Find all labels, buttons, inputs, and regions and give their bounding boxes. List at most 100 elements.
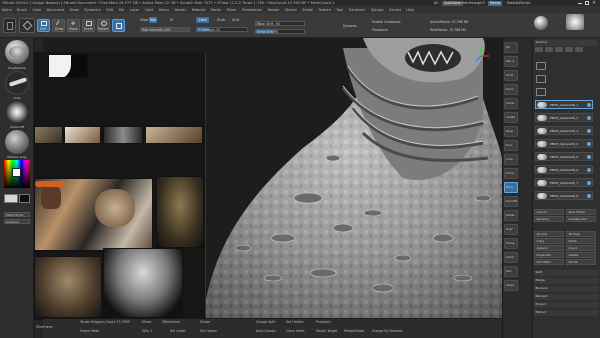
menu-macro[interactable]: Macro	[159, 8, 169, 12]
visible-count-1[interactable]	[535, 47, 543, 52]
ac-button[interactable]: AC	[432, 1, 440, 6]
view-button-ghost[interactable]: Ghost	[504, 252, 518, 263]
visible-count-5[interactable]	[575, 47, 583, 52]
lightbox-button[interactable]	[3, 18, 16, 33]
view-button-frame[interactable]: Frame	[504, 168, 518, 179]
append-button[interactable]: Append	[534, 245, 564, 251]
menu-zscript[interactable]: Zscript	[389, 8, 401, 12]
color-picker[interactable]	[4, 160, 30, 188]
visible-count-4[interactable]	[565, 47, 573, 52]
edit-button[interactable]: Edit	[37, 19, 50, 32]
eye-icon[interactable]	[587, 168, 591, 172]
menu-texture[interactable]: Texture	[318, 8, 330, 12]
menu-stencil[interactable]: Stencil	[285, 8, 296, 12]
enable-customize[interactable]: Enable Customize	[372, 20, 401, 24]
focal-shift-slider[interactable]: Focal Shift -94	[255, 21, 305, 26]
target-polygons-slider[interactable]: Target Polygons Count 15.7993	[80, 320, 130, 324]
primary-color-swatch[interactable]	[4, 194, 18, 203]
view-button-solo[interactable]: Solo	[504, 266, 518, 277]
list-all-button[interactable]: List All	[534, 209, 564, 215]
m-button[interactable]: M	[170, 18, 173, 22]
subtool-item[interactable]: PM3D_Sphere3D_8	[535, 191, 593, 200]
view-button-local[interactable]: Local	[504, 154, 518, 165]
morph-target-button[interactable]: Morph Target	[316, 329, 337, 333]
seethrough-slider[interactable]: See-through 0	[460, 1, 487, 6]
eye-icon[interactable]	[587, 194, 591, 198]
document-canvas[interactable]	[34, 38, 502, 320]
reference-thumb-2[interactable]	[64, 126, 101, 144]
reference-alpha-mask[interactable]	[48, 54, 88, 78]
subtool-item[interactable]: PM3D_Sphere3D_4	[535, 139, 593, 148]
view-button-zoom[interactable]: Zoom	[504, 84, 518, 95]
view-button-spix-3[interactable]: SPix 3	[504, 56, 518, 67]
view-button-transp[interactable]: Transp	[504, 238, 518, 249]
menu-file[interactable]: File	[119, 8, 125, 12]
del-higher-button[interactable]: Del Higher	[200, 329, 217, 333]
maximize-icon[interactable]	[585, 1, 589, 5]
dynamic-toggle[interactable]: Dynamic	[343, 24, 357, 28]
del-all-button[interactable]: Del All	[566, 259, 596, 265]
mrgb-button[interactable]: Mrgb	[140, 18, 148, 22]
reference-creature-gray[interactable]	[103, 248, 183, 318]
visible-count-3[interactable]	[555, 47, 563, 52]
eye-icon[interactable]	[587, 181, 591, 185]
stroke-thumbnail[interactable]	[5, 71, 29, 95]
polypaint-button[interactable]: Polypaint	[316, 320, 331, 324]
menu-color[interactable]: Color	[32, 8, 41, 12]
window-controls[interactable]: ×	[578, 0, 598, 6]
view-button-bpr[interactable]: Bpr	[504, 42, 518, 53]
close-holes-button[interactable]: Close Holes	[286, 329, 305, 333]
view-button-polyf[interactable]: PolyF	[504, 224, 518, 235]
menu-tool[interactable]: Tool	[336, 8, 343, 12]
reference-photo-artist[interactable]	[34, 178, 153, 251]
menu-material[interactable]: Material	[192, 8, 206, 12]
groups-split-button[interactable]: Groups Split	[256, 320, 275, 324]
reference-thumb-3[interactable]	[103, 126, 143, 144]
rgb-button[interactable]: Rgb	[149, 17, 157, 23]
split-section[interactable]: Split	[534, 270, 598, 276]
menu-preferences[interactable]: Preferences	[242, 8, 262, 12]
default-zscript-button[interactable]: DefaultZScript	[505, 1, 532, 6]
divide-button[interactable]: Divide	[200, 320, 210, 324]
view-button-actual[interactable]: Actual	[504, 98, 518, 109]
zremesher-button[interactable]: ZRemesher	[162, 320, 180, 324]
duplicate-button[interactable]: Duplicate	[534, 252, 564, 258]
subtool-item[interactable]: PM3D_Sphere3D_3	[535, 126, 593, 135]
material-thumbnail[interactable]	[5, 130, 29, 154]
merge-section[interactable]: Merge	[534, 278, 598, 284]
reference-clicker-bust[interactable]	[156, 176, 204, 248]
menu-help[interactable]: Help	[406, 8, 414, 12]
draw-button[interactable]: Draw	[52, 19, 65, 32]
simple-brush-thumbnail[interactable]	[566, 14, 584, 30]
boolean-section[interactable]: Boolean	[534, 286, 598, 292]
view-button-scroll[interactable]: Scroll	[504, 70, 518, 81]
secondary-color-swatch[interactable]	[19, 194, 30, 203]
all-high-button[interactable]: All High	[566, 231, 596, 237]
menu-alpha[interactable]: Alpha	[2, 8, 12, 12]
view-button-zoom3d[interactable]: Zoom3D	[504, 196, 518, 207]
sdiv-slider[interactable]: SDiv 1	[142, 329, 152, 333]
reference-creature-color[interactable]	[34, 256, 102, 318]
minimize-icon[interactable]	[578, 2, 582, 4]
subtool-header[interactable]: Subtool	[534, 40, 598, 46]
zadd-button[interactable]: Zadd	[196, 17, 209, 23]
close-icon[interactable]: ×	[592, 0, 596, 6]
auto-groups-button[interactable]: Auto Groups	[256, 329, 276, 333]
alpha-thumbnail[interactable]	[5, 100, 29, 124]
delete-button[interactable]: Delete	[566, 252, 596, 258]
project-section[interactable]: Project	[534, 302, 598, 308]
del-lower-button[interactable]: Del Lower	[170, 329, 186, 333]
reference-thumb-1[interactable]	[34, 126, 63, 144]
z-intensity-slider[interactable]: Z Intensity 25	[196, 27, 248, 32]
view-button-rotate[interactable]: Rotate	[504, 210, 518, 221]
rotate-button[interactable]: Rotate	[97, 19, 110, 32]
gradient-button[interactable]: Gradient	[4, 219, 30, 224]
del-other-button[interactable]: Del Other	[534, 259, 564, 265]
active-mode-button[interactable]	[112, 19, 125, 32]
scale-button[interactable]: Scale	[82, 19, 95, 32]
auto-reorder-button[interactable]: AutoReorder	[566, 216, 596, 222]
menu-brush[interactable]: Brush	[17, 8, 27, 12]
view-button-aahalf[interactable]: AAHalf	[504, 112, 518, 123]
new-folder-button[interactable]: New Folder	[566, 209, 596, 215]
eye-icon[interactable]	[587, 129, 591, 133]
